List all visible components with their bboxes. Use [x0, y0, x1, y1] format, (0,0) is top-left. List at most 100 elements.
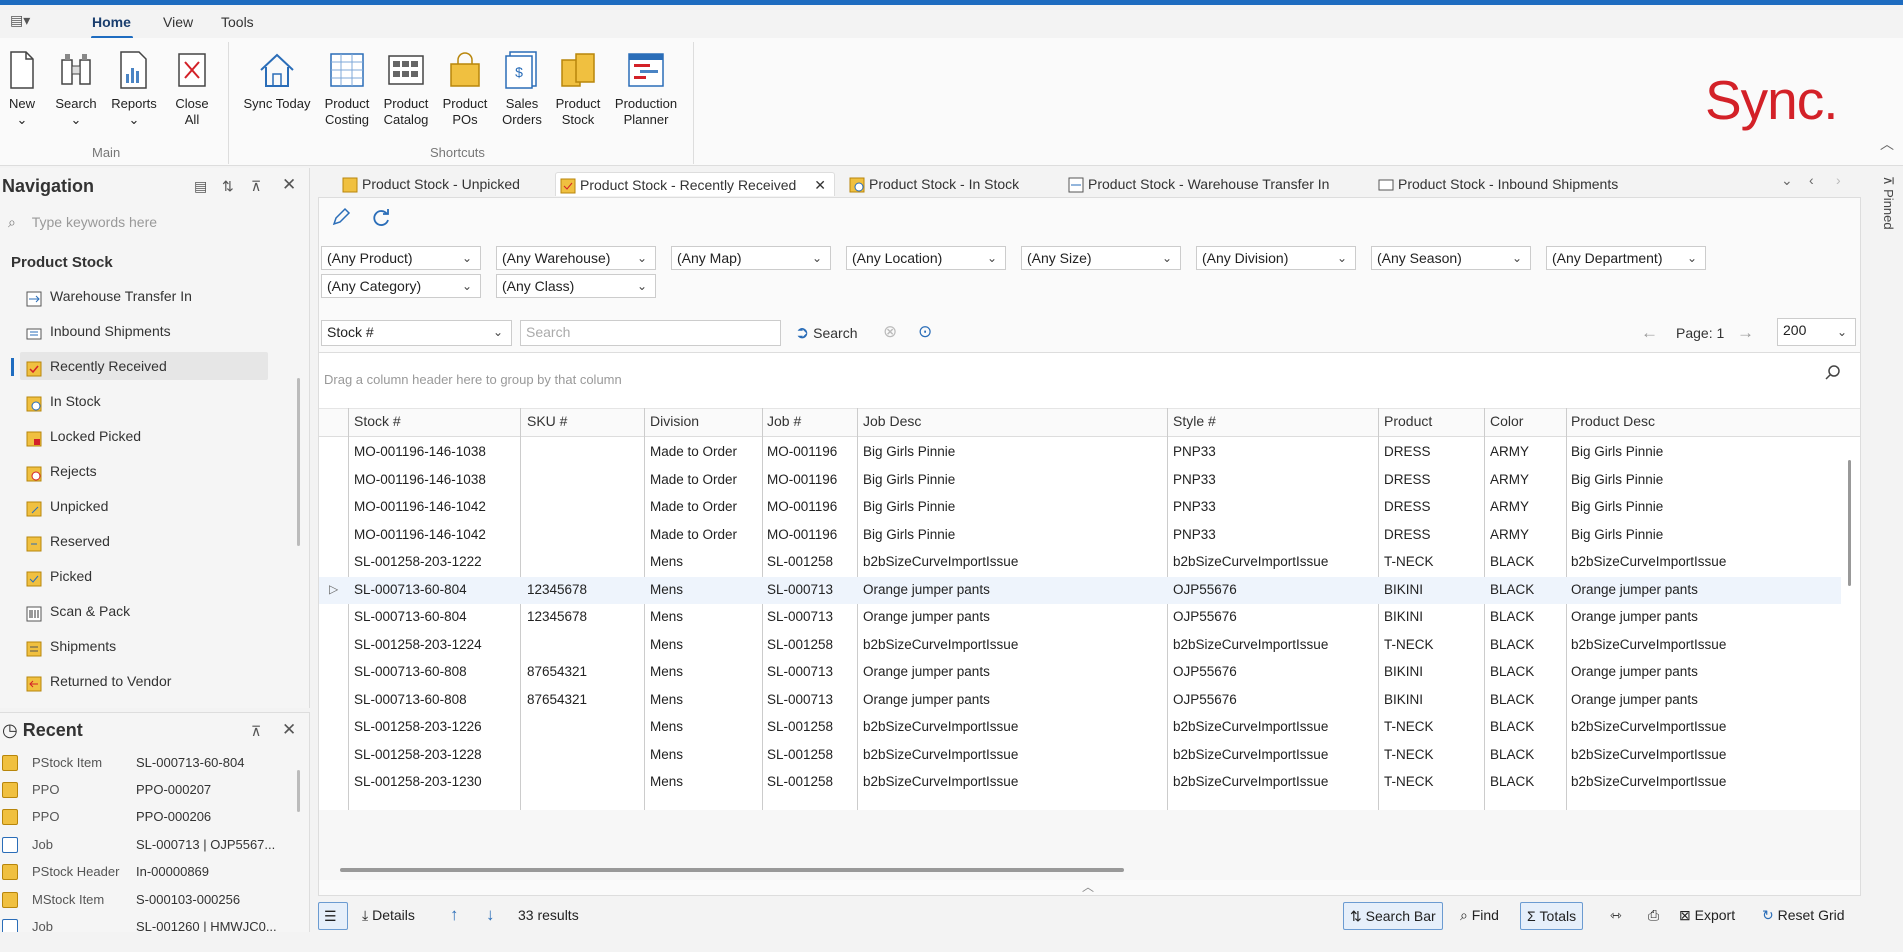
ribbon-product-stock-button[interactable]: Product Stock [553, 50, 603, 138]
filter-warehouse[interactable]: (Any Warehouse) ⌄ [496, 246, 656, 270]
column-header-product[interactable]: Product [1384, 413, 1432, 429]
tab-product-stock-inbound-shipments[interactable]: Product Stock - Inbound Shipments [1374, 172, 1618, 196]
ribbon-close-all-button[interactable]: Close All [170, 50, 214, 138]
grid-vertical-scrollbar[interactable] [1848, 460, 1851, 586]
search-field-select[interactable]: Stock # ⌄ [321, 320, 512, 346]
menu-tab-home[interactable]: Home [92, 14, 131, 30]
ribbon-reports-button[interactable]: Reports ⌄ [108, 50, 160, 138]
recent-item[interactable]: PPO PPO-000206 [0, 803, 290, 830]
table-row[interactable]: SL-000713-60-804 12345678 Mens SL-000713 Ora… [319, 604, 1841, 632]
menu-tab-tools[interactable]: Tools [221, 14, 254, 30]
table-row[interactable]: SL-000713-60-808 87654321 Mens SL-000713 Ora… [319, 687, 1841, 715]
filter-category[interactable]: (Any Category) ⌄ [321, 274, 481, 298]
tab-product-stock-warehouse-transfer-in[interactable]: Product Stock - Warehouse Transfer In [1064, 172, 1340, 196]
list-view-icon[interactable]: ☰ [318, 902, 348, 930]
totals-button[interactable]: Σ Totals [1520, 902, 1584, 930]
pinned-side-panel[interactable]: ⊼ Pinned [1872, 176, 1896, 256]
nav-item-picked[interactable]: Picked [20, 562, 268, 590]
tab-product-stock-recently-received[interactable]: Product Stock - Recently Received ✕ [555, 172, 835, 196]
tab-product-stock-unpicked[interactable]: Product Stock - Unpicked [338, 172, 544, 196]
ribbon-production-planner-button[interactable]: Production Planner [612, 50, 680, 138]
nav-item-reserved[interactable]: Reserved [20, 527, 268, 555]
ribbon-product-costing-button[interactable]: Product Costing [322, 50, 372, 138]
ribbon-search-button[interactable]: Search ⌄ [52, 50, 100, 138]
column-header-job-desc[interactable]: Job Desc [863, 413, 921, 429]
tab-scroll-left-icon[interactable]: ‹ [1809, 172, 1814, 188]
fit-columns-icon[interactable]: ⇿ [1604, 902, 1628, 930]
column-header-color[interactable]: Color [1490, 413, 1523, 429]
nav-layout-icon[interactable]: ▤ [194, 178, 207, 195]
nav-item-warehouse-transfer-in[interactable]: Warehouse Transfer In [20, 282, 268, 310]
app-menu-icon[interactable]: ▤▾ [10, 12, 42, 32]
column-header-style[interactable]: Style # [1173, 413, 1216, 429]
nav-item-scan-pack[interactable]: Scan & Pack [20, 597, 268, 625]
print-preview-icon[interactable]: ⎙ [1642, 902, 1665, 930]
reset-grid-button[interactable]: ↻ Reset Grid [1756, 902, 1851, 930]
column-header-sku[interactable]: SKU # [527, 413, 567, 429]
grid-search-icon[interactable] [1825, 364, 1841, 380]
table-row[interactable]: SL-001258-203-1222 Mens SL-001258 b2bSizeCu… [319, 549, 1841, 577]
column-header-stock[interactable]: Stock # [354, 413, 401, 429]
table-row[interactable]: SL-001258-203-1226 Mens SL-001258 b2bSizeCu… [319, 714, 1841, 742]
search-button[interactable]: ➲ Search [795, 320, 858, 346]
previous-page-icon[interactable]: ← [1641, 322, 1658, 344]
nav-item-locked-picked[interactable]: Locked Picked [20, 422, 268, 450]
ribbon-sales-orders-button[interactable]: $ Sales Orders [497, 50, 547, 138]
move-up-icon[interactable]: ↑ [444, 902, 465, 930]
nav-scrollbar[interactable] [297, 378, 300, 546]
filter-map[interactable]: (Any Map) ⌄ [671, 246, 831, 270]
export-button[interactable]: ⊠ Export [1673, 902, 1741, 930]
filter-department[interactable]: (Any Department) ⌄ [1546, 246, 1706, 270]
expand-options-icon[interactable]: ⊙ [918, 322, 932, 342]
edit-pencil-icon[interactable] [330, 206, 352, 228]
tab-scroll-right-icon[interactable]: › [1836, 172, 1841, 188]
table-row[interactable]: MO-001196-146-1042 Made to Order MO-001196… [319, 494, 1841, 522]
search-input[interactable]: Search [520, 320, 781, 346]
recent-item[interactable]: MStock Item S-000103-000256 [0, 886, 290, 913]
grid-horizontal-scrollbar[interactable] [340, 868, 1124, 872]
tab-list-chevron-down-icon[interactable]: ⌄ [1781, 172, 1793, 189]
tab-product-stock-in-stock[interactable]: Product Stock - In Stock [845, 172, 1035, 196]
tab-close-icon[interactable]: ✕ [814, 173, 826, 197]
ribbon-product-catalog-button[interactable]: Product Catalog [381, 50, 431, 138]
next-page-icon[interactable]: → [1737, 322, 1754, 344]
recent-item[interactable]: Job SL-000713 | OJP5567... [0, 831, 290, 858]
recent-item[interactable]: PStock Header In-00000869 [0, 858, 290, 885]
collapse-ribbon-icon[interactable]: ︿ [1880, 134, 1894, 154]
nav-item-shipments[interactable]: Shipments [20, 632, 268, 660]
nav-item-recently-received[interactable]: Recently Received [20, 352, 268, 380]
find-button[interactable]: ⌕ Find [1454, 902, 1505, 930]
nav-item-inbound-shipments[interactable]: Inbound Shipments [20, 317, 268, 345]
filter-class[interactable]: (Any Class) ⌄ [496, 274, 656, 298]
table-row[interactable]: MO-001196-146-1038 Made to Order MO-001196… [319, 467, 1841, 495]
close-icon[interactable]: ✕ [282, 720, 296, 740]
recent-item[interactable]: PStock Item SL-000713-60-804 [0, 749, 290, 776]
nav-item-returned-to-vendor[interactable]: Returned to Vendor [20, 667, 268, 695]
filter-product[interactable]: (Any Product) ⌄ [321, 246, 481, 270]
nav-item-rejects[interactable]: Rejects [20, 457, 268, 485]
pin-icon[interactable]: ⊼ [251, 723, 261, 740]
collapse-arrow-icon[interactable]: ︿ [1082, 878, 1094, 895]
close-icon[interactable]: ✕ [282, 175, 296, 195]
filter-season[interactable]: (Any Season) ⌄ [1371, 246, 1531, 270]
nav-item-unpicked[interactable]: Unpicked [20, 492, 268, 520]
nav-search-input[interactable]: ⌕ Type keywords here [8, 214, 298, 236]
recent-item[interactable]: Job SL-001260 | HMWJC0... [0, 913, 290, 932]
recent-scrollbar[interactable] [297, 770, 300, 812]
search-bar-button[interactable]: ⇅ Search Bar [1343, 902, 1443, 930]
table-row[interactable]: SL-001258-203-1228 Mens SL-001258 b2bSizeCu… [319, 742, 1841, 770]
refresh-icon[interactable] [369, 206, 391, 228]
details-button[interactable]: ⤓ Details [356, 902, 421, 930]
table-row[interactable]: SL-001258-203-1224 Mens SL-001258 b2bSizeCu… [319, 632, 1841, 660]
filter-location[interactable]: (Any Location) ⌄ [846, 246, 1006, 270]
ribbon-new-button[interactable]: New ⌄ [2, 50, 42, 138]
table-row[interactable]: SL-001258-203-1230 Mens SL-001258 b2bSizeCu… [319, 769, 1841, 797]
menu-tab-view[interactable]: View [163, 14, 193, 30]
filter-division[interactable]: (Any Division) ⌄ [1196, 246, 1356, 270]
page-size-select[interactable]: 200 ⌄ [1777, 318, 1856, 346]
nav-tree-icon[interactable]: ⇅ [222, 178, 234, 195]
ribbon-sync-today-button[interactable]: Sync Today [240, 50, 314, 138]
table-row[interactable]: SL-000713-60-808 87654321 Mens SL-000713 Ora… [319, 659, 1841, 687]
column-header-product-desc[interactable]: Product Desc [1571, 413, 1655, 429]
filter-size[interactable]: (Any Size) ⌄ [1021, 246, 1181, 270]
